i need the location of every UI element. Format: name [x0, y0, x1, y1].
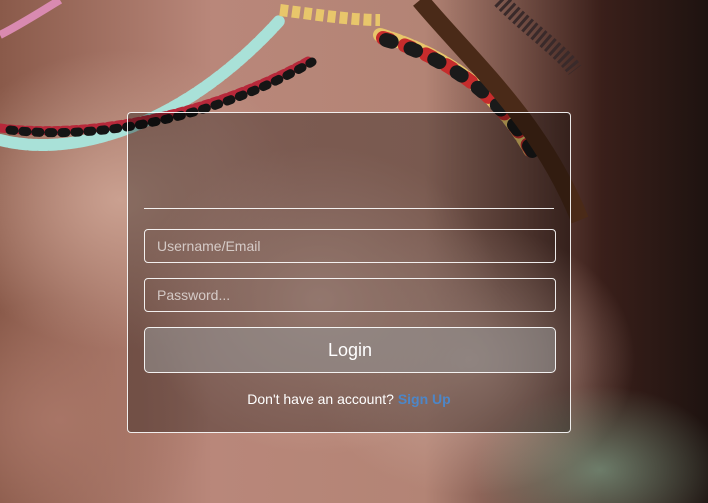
- username-input[interactable]: [144, 229, 556, 263]
- card-divider: [144, 208, 554, 209]
- signup-prompt: Don't have an account?: [247, 391, 394, 407]
- signup-link[interactable]: Sign Up: [398, 391, 451, 407]
- login-button[interactable]: Login: [144, 327, 556, 373]
- login-card: Login Don't have an account? Sign Up: [127, 112, 571, 433]
- signup-line: Don't have an account? Sign Up: [128, 391, 570, 407]
- password-input[interactable]: [144, 278, 556, 312]
